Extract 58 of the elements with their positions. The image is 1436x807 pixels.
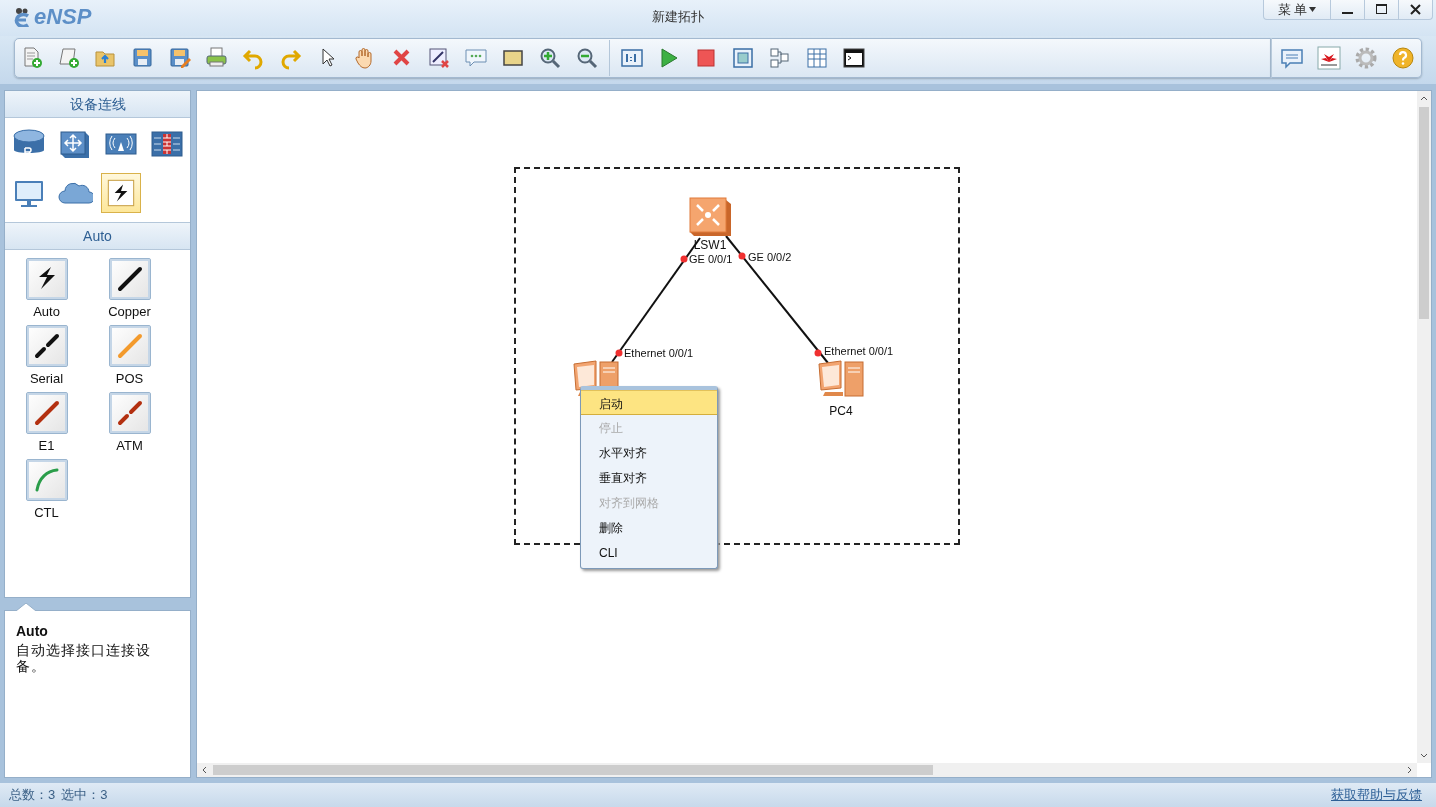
window-icon[interactable] [731,46,755,70]
window-title: 新建拓扑 [652,8,705,26]
node-label: PC4 [829,404,853,418]
menu-item[interactable]: 水平对齐 [581,440,717,465]
grid-icon[interactable] [805,46,829,70]
help-icon[interactable] [1391,46,1415,70]
port-dot [680,255,688,263]
cable-label: Copper [108,304,151,319]
cable-label: ATM [116,438,143,453]
app-logo: eNSP [34,4,92,30]
curve-icon[interactable] [25,459,68,501]
chat-icon[interactable] [1280,46,1304,70]
port-dot [814,349,822,357]
save-as-icon[interactable] [168,46,192,70]
flower-logo-icon[interactable] [1317,46,1341,70]
switch-icon[interactable] [688,196,732,238]
cable-label: CTL [34,505,59,520]
horizontal-scrollbar[interactable] [197,763,1417,777]
cable-label: Auto [33,304,60,319]
caret-icon [1309,7,1317,12]
port-dot [738,252,746,260]
port-label: Ethernet 0/0/1 [624,347,694,359]
terminal-icon[interactable] [842,46,866,70]
menu-item[interactable]: 删除 [581,515,717,540]
menu-item[interactable]: CLI [581,540,717,565]
one-to-one-icon[interactable] [620,46,644,70]
new-page-icon[interactable] [57,46,81,70]
cable-label: POS [115,371,144,386]
port-label: GE 0/0/2 [748,251,792,263]
palette-header: 设备连线 [5,91,190,118]
port-label: GE 0/0/1 [689,253,733,265]
print-icon[interactable] [205,46,229,70]
port-dot [615,349,623,357]
node-label: LSW1 [693,238,727,252]
scrollbar-thumb[interactable] [213,765,933,775]
description-text: 自动选择接口连接设备。 [16,642,152,675]
topology-icon[interactable] [768,46,792,70]
menu-item[interactable]: 垂直对齐 [581,465,717,490]
selected-count: 选中：3 [61,786,108,804]
link-delete-icon[interactable] [427,46,451,70]
total-count: 总数：3 [9,786,56,804]
zoom-in-icon[interactable] [538,46,562,70]
scrollbar-thumb[interactable] [1419,107,1429,319]
description-title: Auto [16,623,49,639]
help-link[interactable]: 获取帮助与反馈 [1331,786,1422,804]
port-label: Ethernet 0/0/1 [824,345,894,357]
save-icon[interactable] [131,46,155,70]
vertical-scrollbar[interactable] [1417,91,1431,763]
menu-item[interactable]: 启动 [581,390,717,415]
stop-icon[interactable] [694,46,718,70]
logo-icon [12,7,32,27]
lightning-icon[interactable] [25,258,68,300]
section-header: Auto [5,223,190,250]
settings-icon[interactable] [1354,46,1378,70]
zoom-out-icon[interactable] [575,46,599,70]
lightning-icon[interactable] [102,174,140,212]
cable-label: Serial [29,371,64,386]
cable-label: E1 [38,438,55,453]
